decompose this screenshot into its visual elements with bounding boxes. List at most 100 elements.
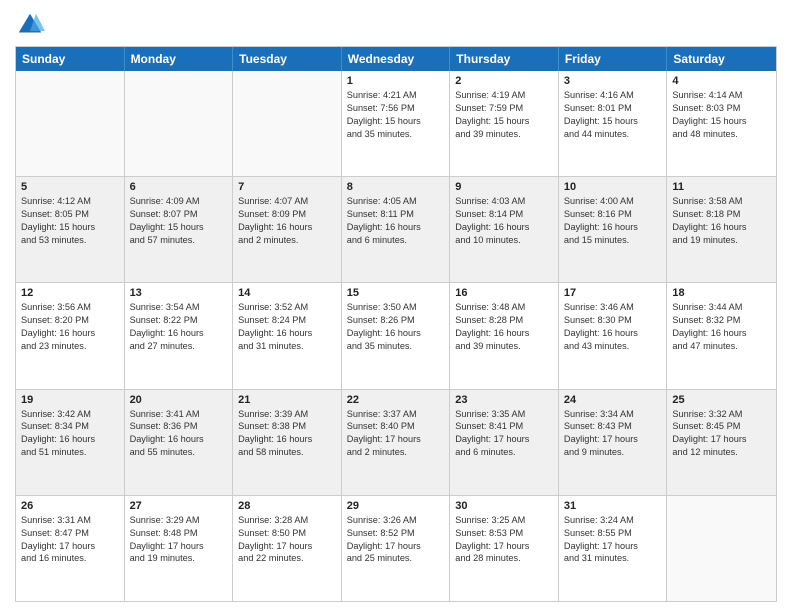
calendar-cell: 27 Sunrise: 3:29 AM Sunset: 8:48 PM Dayli… [125,496,234,601]
cell-info: Sunrise: 3:24 AM Sunset: 8:55 PM Dayligh… [564,514,662,566]
cell-info: Sunrise: 3:56 AM Sunset: 8:20 PM Dayligh… [21,301,119,353]
cell-info: Sunrise: 3:41 AM Sunset: 8:36 PM Dayligh… [130,408,228,460]
cell-info: Sunrise: 4:16 AM Sunset: 8:01 PM Dayligh… [564,89,662,141]
day-number: 23 [455,394,553,406]
calendar-cell: 3 Sunrise: 4:16 AM Sunset: 8:01 PM Daylig… [559,71,668,176]
cell-info: Sunrise: 4:19 AM Sunset: 7:59 PM Dayligh… [455,89,553,141]
calendar-cell: 10 Sunrise: 4:00 AM Sunset: 8:16 PM Dayli… [559,177,668,282]
day-number: 9 [455,181,553,193]
calendar-cell: 2 Sunrise: 4:19 AM Sunset: 7:59 PM Daylig… [450,71,559,176]
cell-info: Sunrise: 4:21 AM Sunset: 7:56 PM Dayligh… [347,89,445,141]
calendar-cell: 21 Sunrise: 3:39 AM Sunset: 8:38 PM Dayli… [233,390,342,495]
calendar-cell: 4Sunrise: 4:14 AM Sunset: 8:03 PM Daylig… [667,71,776,176]
calendar-cell: 17 Sunrise: 3:46 AM Sunset: 8:30 PM Dayli… [559,283,668,388]
cell-info: Sunrise: 3:35 AM Sunset: 8:41 PM Dayligh… [455,408,553,460]
day-number: 12 [21,287,119,299]
logo-icon [15,10,45,40]
calendar-cell: 12 Sunrise: 3:56 AM Sunset: 8:20 PM Dayli… [16,283,125,388]
cell-info: Sunrise: 3:34 AM Sunset: 8:43 PM Dayligh… [564,408,662,460]
calendar-cell: 29 Sunrise: 3:26 AM Sunset: 8:52 PM Dayli… [342,496,451,601]
cell-info: Sunrise: 3:32 AM Sunset: 8:45 PM Dayligh… [672,408,771,460]
calendar-row: 12 Sunrise: 3:56 AM Sunset: 8:20 PM Dayli… [16,283,776,389]
calendar-header-cell: Tuesday [233,47,342,71]
calendar-row: 26 Sunrise: 3:31 AM Sunset: 8:47 PM Dayli… [16,496,776,601]
calendar-cell: 19 Sunrise: 3:42 AM Sunset: 8:34 PM Dayli… [16,390,125,495]
day-number: 3 [564,75,662,87]
day-number: 17 [564,287,662,299]
calendar-cell: 11Sunrise: 3:58 AM Sunset: 8:18 PM Dayli… [667,177,776,282]
day-number: 20 [130,394,228,406]
calendar-row: 5Sunrise: 4:12 AM Sunset: 8:05 PM Daylig… [16,177,776,283]
calendar-cell [233,71,342,176]
day-number: 13 [130,287,228,299]
day-number: 8 [347,181,445,193]
cell-info: Sunrise: 4:12 AM Sunset: 8:05 PM Dayligh… [21,195,119,247]
cell-info: Sunrise: 3:46 AM Sunset: 8:30 PM Dayligh… [564,301,662,353]
calendar-header-cell: Thursday [450,47,559,71]
calendar-cell: 14 Sunrise: 3:52 AM Sunset: 8:24 PM Dayli… [233,283,342,388]
day-number: 7 [238,181,336,193]
cell-info: Sunrise: 3:52 AM Sunset: 8:24 PM Dayligh… [238,301,336,353]
calendar-cell: 8Sunrise: 4:05 AM Sunset: 8:11 PM Daylig… [342,177,451,282]
calendar-cell [16,71,125,176]
cell-info: Sunrise: 3:26 AM Sunset: 8:52 PM Dayligh… [347,514,445,566]
cell-info: Sunrise: 3:25 AM Sunset: 8:53 PM Dayligh… [455,514,553,566]
calendar-row: 1 Sunrise: 4:21 AM Sunset: 7:56 PM Daylig… [16,71,776,177]
day-number: 1 [347,75,445,87]
calendar-cell: 23 Sunrise: 3:35 AM Sunset: 8:41 PM Dayli… [450,390,559,495]
cell-info: Sunrise: 4:00 AM Sunset: 8:16 PM Dayligh… [564,195,662,247]
day-number: 4 [672,75,771,87]
day-number: 24 [564,394,662,406]
day-number: 27 [130,500,228,512]
calendar-cell: 24 Sunrise: 3:34 AM Sunset: 8:43 PM Dayli… [559,390,668,495]
calendar-cell: 26 Sunrise: 3:31 AM Sunset: 8:47 PM Dayli… [16,496,125,601]
day-number: 19 [21,394,119,406]
calendar-cell: 9 Sunrise: 4:03 AM Sunset: 8:14 PM Daylig… [450,177,559,282]
day-number: 26 [21,500,119,512]
calendar: SundayMondayTuesdayWednesdayThursdayFrid… [15,46,777,602]
day-number: 18 [672,287,771,299]
calendar-cell: 1 Sunrise: 4:21 AM Sunset: 7:56 PM Daylig… [342,71,451,176]
day-number: 29 [347,500,445,512]
calendar-cell: 16 Sunrise: 3:48 AM Sunset: 8:28 PM Dayli… [450,283,559,388]
calendar-cell: 6Sunrise: 4:09 AM Sunset: 8:07 PM Daylig… [125,177,234,282]
cell-info: Sunrise: 3:28 AM Sunset: 8:50 PM Dayligh… [238,514,336,566]
logo [15,10,49,40]
cell-info: Sunrise: 3:42 AM Sunset: 8:34 PM Dayligh… [21,408,119,460]
day-number: 14 [238,287,336,299]
calendar-cell: 28 Sunrise: 3:28 AM Sunset: 8:50 PM Dayli… [233,496,342,601]
calendar-header-cell: Monday [125,47,234,71]
day-number: 31 [564,500,662,512]
calendar-cell [667,496,776,601]
calendar-header-cell: Sunday [16,47,125,71]
day-number: 11 [672,181,771,193]
calendar-cell: 20 Sunrise: 3:41 AM Sunset: 8:36 PM Dayli… [125,390,234,495]
cell-info: Sunrise: 3:54 AM Sunset: 8:22 PM Dayligh… [130,301,228,353]
calendar-cell: 13 Sunrise: 3:54 AM Sunset: 8:22 PM Dayli… [125,283,234,388]
day-number: 28 [238,500,336,512]
day-number: 6 [130,181,228,193]
cell-info: Sunrise: 3:39 AM Sunset: 8:38 PM Dayligh… [238,408,336,460]
calendar-header-cell: Wednesday [342,47,451,71]
page: SundayMondayTuesdayWednesdayThursdayFrid… [0,0,792,612]
day-number: 22 [347,394,445,406]
calendar-cell [125,71,234,176]
cell-info: Sunrise: 3:50 AM Sunset: 8:26 PM Dayligh… [347,301,445,353]
calendar-cell: 15 Sunrise: 3:50 AM Sunset: 8:26 PM Dayli… [342,283,451,388]
day-number: 30 [455,500,553,512]
cell-info: Sunrise: 4:03 AM Sunset: 8:14 PM Dayligh… [455,195,553,247]
day-number: 21 [238,394,336,406]
cell-info: Sunrise: 3:31 AM Sunset: 8:47 PM Dayligh… [21,514,119,566]
day-number: 15 [347,287,445,299]
day-number: 16 [455,287,553,299]
calendar-header-cell: Friday [559,47,668,71]
day-number: 25 [672,394,771,406]
calendar-cell: 25 Sunrise: 3:32 AM Sunset: 8:45 PM Dayli… [667,390,776,495]
calendar-cell: 7Sunrise: 4:07 AM Sunset: 8:09 PM Daylig… [233,177,342,282]
cell-info: Sunrise: 3:29 AM Sunset: 8:48 PM Dayligh… [130,514,228,566]
cell-info: Sunrise: 3:48 AM Sunset: 8:28 PM Dayligh… [455,301,553,353]
day-number: 2 [455,75,553,87]
calendar-cell: 30 Sunrise: 3:25 AM Sunset: 8:53 PM Dayli… [450,496,559,601]
cell-info: Sunrise: 3:37 AM Sunset: 8:40 PM Dayligh… [347,408,445,460]
day-number: 10 [564,181,662,193]
